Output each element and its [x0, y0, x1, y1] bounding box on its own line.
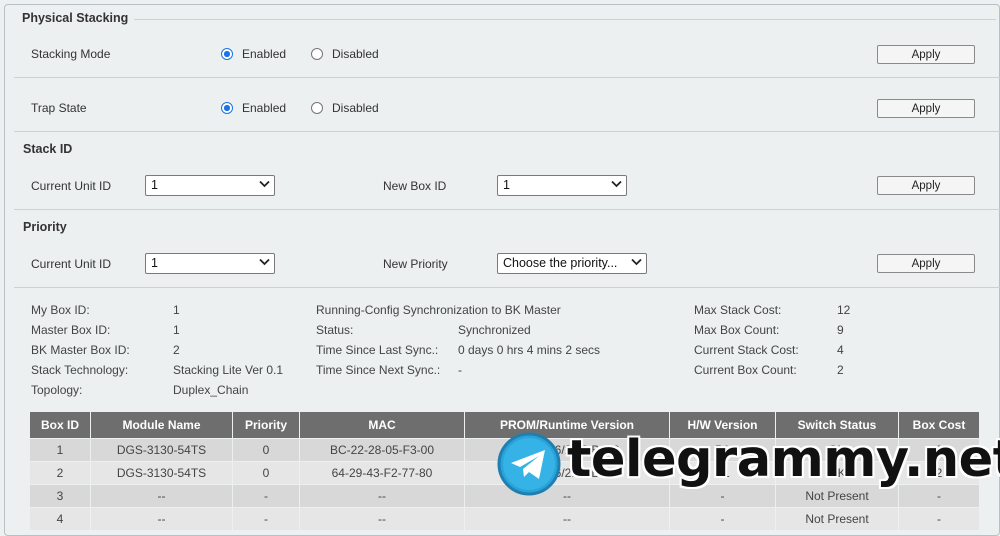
priority-current-unit-label: Current Unit ID: [31, 257, 112, 271]
new-priority-value: Choose the priority...: [503, 256, 618, 270]
current-stack-cost-label: Current Stack Cost:: [694, 343, 799, 357]
stack-id-current-unit-select[interactable]: 1: [145, 175, 275, 196]
col-module-name: Module Name: [90, 411, 233, 439]
divider: [14, 287, 1000, 288]
cell: --: [299, 484, 465, 508]
cell: DGS-3130-54TS: [90, 438, 233, 462]
cell: -: [669, 507, 776, 531]
master-box-id-value: 1: [173, 323, 180, 337]
stack-id-apply-button[interactable]: Apply: [877, 176, 975, 195]
cell: 3: [29, 484, 91, 508]
sync-status-label: Status:: [316, 323, 354, 337]
new-priority-label: New Priority: [383, 257, 448, 271]
current-box-count-label: Current Box Count:: [694, 363, 797, 377]
watermark: telegrammy.net: [497, 430, 1000, 502]
stacking-mode-label: Stacking Mode: [31, 47, 111, 61]
cell: -: [898, 507, 980, 531]
topology-label: Topology:: [31, 383, 83, 397]
max-box-count-label: Max Box Count:: [694, 323, 780, 337]
trap-state-enabled-option[interactable]: Enabled: [221, 101, 286, 115]
my-box-id-value: 1: [173, 303, 180, 317]
running-config-sync-title: Running-Config Synchronization to BK Mas…: [316, 303, 561, 317]
col-box-id: Box ID: [29, 411, 91, 439]
cell: Not Present: [775, 507, 899, 531]
stack-technology-value: Stacking Lite Ver 0.1: [173, 363, 284, 377]
priority-current-unit-select[interactable]: 1: [145, 253, 275, 274]
time-since-next-sync-label: Time Since Next Sync.:: [316, 363, 441, 377]
new-priority-select[interactable]: Choose the priority...: [497, 253, 647, 274]
cell: 64-29-43-F2-77-80: [299, 461, 465, 485]
bk-master-box-id-value: 2: [173, 343, 180, 357]
priority-title: Priority: [23, 220, 67, 234]
divider: [14, 131, 1000, 132]
cell: DGS-3130-54TS: [90, 461, 233, 485]
cell: 0: [232, 438, 300, 462]
stacking-mode-disabled-radio[interactable]: [311, 48, 323, 60]
stack-technology-label: Stack Technology:: [31, 363, 129, 377]
cell: --: [90, 507, 233, 531]
cell: 4: [29, 507, 91, 531]
stack-id-title: Stack ID: [23, 142, 73, 156]
trap-state-enabled-radio[interactable]: [221, 102, 233, 114]
sync-status-value: Synchronized: [458, 323, 531, 337]
trap-state-disabled-option[interactable]: Disabled: [311, 101, 379, 115]
topology-value: Duplex_Chain: [173, 383, 249, 397]
table-row: 4 -- - -- -- - Not Present -: [29, 507, 980, 531]
stack-id-current-unit-label: Current Unit ID: [31, 179, 112, 193]
col-priority: Priority: [232, 411, 300, 439]
cell: -: [232, 507, 300, 531]
bk-master-box-id-label: BK Master Box ID:: [31, 343, 130, 357]
cell: 0: [232, 461, 300, 485]
watermark-text: telegrammy.net: [567, 430, 1000, 489]
chevron-down-icon: [259, 254, 270, 273]
col-mac: MAC: [299, 411, 465, 439]
divider: [14, 77, 1000, 78]
current-stack-cost-value: 4: [837, 343, 844, 357]
stacking-mode-apply-button[interactable]: Apply: [877, 45, 975, 64]
time-since-last-sync-value: 0 days 0 hrs 4 mins 2 secs: [458, 343, 601, 357]
physical-stacking-title: Physical Stacking: [18, 11, 135, 25]
max-stack-cost-label: Max Stack Cost:: [694, 303, 782, 317]
trap-state-disabled-radio[interactable]: [311, 102, 323, 114]
priority-current-unit-value: 1: [151, 256, 158, 270]
master-box-id-label: Master Box ID:: [31, 323, 111, 337]
trap-state-apply-button[interactable]: Apply: [877, 99, 975, 118]
trap-state-label: Trap State: [31, 101, 87, 115]
cell: 2: [29, 461, 91, 485]
cell: BC-22-28-05-F3-00: [299, 438, 465, 462]
fieldset-border: [130, 19, 996, 20]
new-box-id-select[interactable]: 1: [497, 175, 627, 196]
max-box-count-value: 9: [837, 323, 844, 337]
stacking-mode-enabled-label: Enabled: [242, 47, 287, 61]
max-stack-cost-value: 12: [837, 303, 851, 317]
time-since-last-sync-label: Time Since Last Sync.:: [316, 343, 439, 357]
chevron-down-icon: [259, 176, 270, 195]
trap-state-disabled-label: Disabled: [332, 101, 379, 115]
chevron-down-icon: [611, 176, 622, 195]
stack-id-current-unit-value: 1: [151, 178, 158, 192]
cell: --: [299, 507, 465, 531]
stacking-mode-disabled-label: Disabled: [332, 47, 379, 61]
cell: --: [464, 507, 670, 531]
telegram-plane-icon: [497, 432, 561, 496]
stacking-mode-disabled-option[interactable]: Disabled: [311, 47, 379, 61]
divider: [14, 209, 1000, 210]
my-box-id-label: My Box ID:: [31, 303, 90, 317]
current-box-count-value: 2: [837, 363, 844, 377]
stacking-mode-enabled-option[interactable]: Enabled: [221, 47, 286, 61]
new-box-id-value: 1: [503, 178, 510, 192]
chevron-down-icon: [631, 254, 642, 273]
cell: 1: [29, 438, 91, 462]
priority-apply-button[interactable]: Apply: [877, 254, 975, 273]
cell: -: [232, 484, 300, 508]
stacking-mode-enabled-radio[interactable]: [221, 48, 233, 60]
trap-state-enabled-label: Enabled: [242, 101, 287, 115]
new-box-id-label: New Box ID: [383, 179, 447, 193]
time-since-next-sync-value: -: [458, 363, 462, 377]
cell: --: [90, 484, 233, 508]
